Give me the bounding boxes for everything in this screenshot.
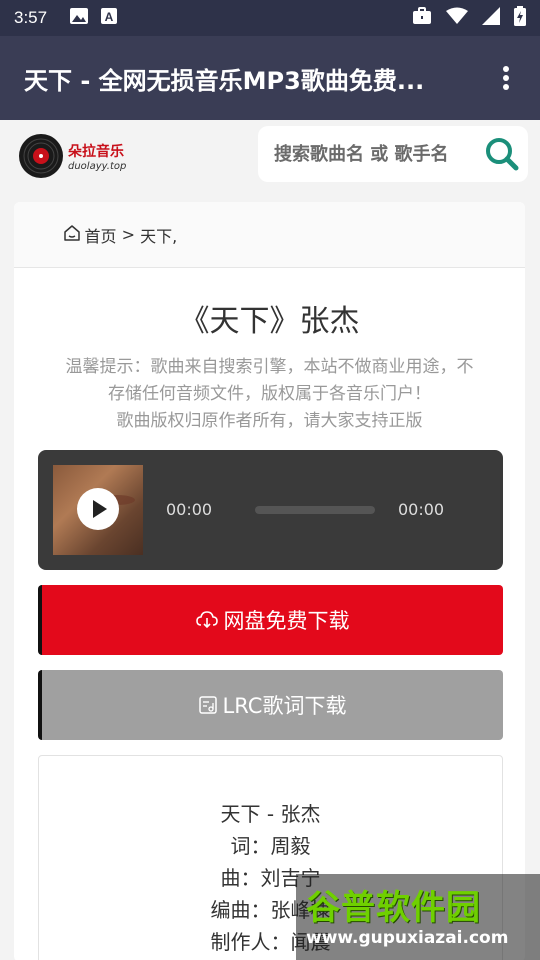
lrc-label: LRC歌词下载 (222, 694, 347, 718)
search-box (258, 126, 528, 182)
watermark-text: 谷普软件园 (306, 888, 481, 928)
status-time: 3:57 (14, 8, 48, 27)
page-title: 天下 - 全网无损音乐MP3歌曲免费... (24, 66, 425, 95)
text-a-icon: A (101, 7, 118, 29)
breadcrumb-home[interactable]: 首页 (85, 223, 117, 247)
image-icon (69, 7, 89, 29)
copyright-notice: 温馨提示：歌曲来自搜索引擎，本站不做商业用途，不 存储任何音频文件，版权属于各音… (14, 354, 525, 435)
briefcase-icon (412, 7, 432, 29)
current-time: 00:00 (166, 500, 213, 519)
lrc-download-button[interactable]: LRC歌词下载 (38, 670, 503, 740)
logo-text-en: duolayy.top (68, 160, 127, 172)
more-vert-icon[interactable] (496, 63, 516, 93)
notice-line: 温馨提示：歌曲来自搜索引擎，本站不做商业用途，不 (65, 357, 474, 377)
breadcrumb: 首页 > 天下, (14, 202, 525, 268)
search-input[interactable] (274, 143, 474, 165)
site-logo[interactable]: 朵拉音乐 duolayy.top (18, 130, 138, 182)
search-icon[interactable] (484, 136, 520, 176)
watermark: 谷普软件园 www.gupuxiazai.com (296, 874, 540, 960)
audio-player: 00:00 00:00 (38, 450, 503, 570)
download-label: 网盘免费下载 (223, 609, 350, 633)
netdisk-download-button[interactable]: 网盘免费下载 (38, 585, 503, 655)
song-title: 《天下》张杰 (179, 304, 360, 339)
battery-icon (514, 6, 526, 30)
svg-text:A: A (105, 10, 114, 24)
status-bar: 3:57 A (0, 0, 540, 36)
lyrics-line: 天下 - 张杰 (220, 802, 321, 826)
progress-bar[interactable] (255, 506, 375, 514)
breadcrumb-separator: > (116, 225, 141, 244)
play-button[interactable] (77, 488, 119, 530)
wifi-icon (446, 7, 468, 29)
total-time: 00:00 (398, 500, 445, 519)
lyrics-line: 词：周毅 (230, 834, 311, 858)
logo-text-cn: 朵拉音乐 (68, 143, 124, 160)
home-icon[interactable] (32, 205, 81, 265)
notice-line: 歌曲版权归原作者所有，请大家支持正版 (116, 411, 423, 431)
notice-line: 存储任何音频文件，版权属于各音乐门户！ (108, 384, 431, 404)
app-bar: 天下 - 全网无损音乐MP3歌曲免费... (0, 36, 540, 120)
breadcrumb-current: 天下, (140, 226, 178, 246)
lyrics-file-icon (198, 696, 217, 714)
site-header: 朵拉音乐 duolayy.top (0, 120, 540, 192)
signal-icon (482, 7, 500, 29)
cloud-download-icon (195, 611, 218, 629)
content-card: 首页 > 天下, 《天下》张杰 温馨提示：歌曲来自搜索引擎，本站不做商业用途，不… (14, 202, 525, 960)
vinyl-disc-icon (18, 133, 64, 179)
watermark-url: www.gupuxiazai.com (306, 928, 509, 948)
